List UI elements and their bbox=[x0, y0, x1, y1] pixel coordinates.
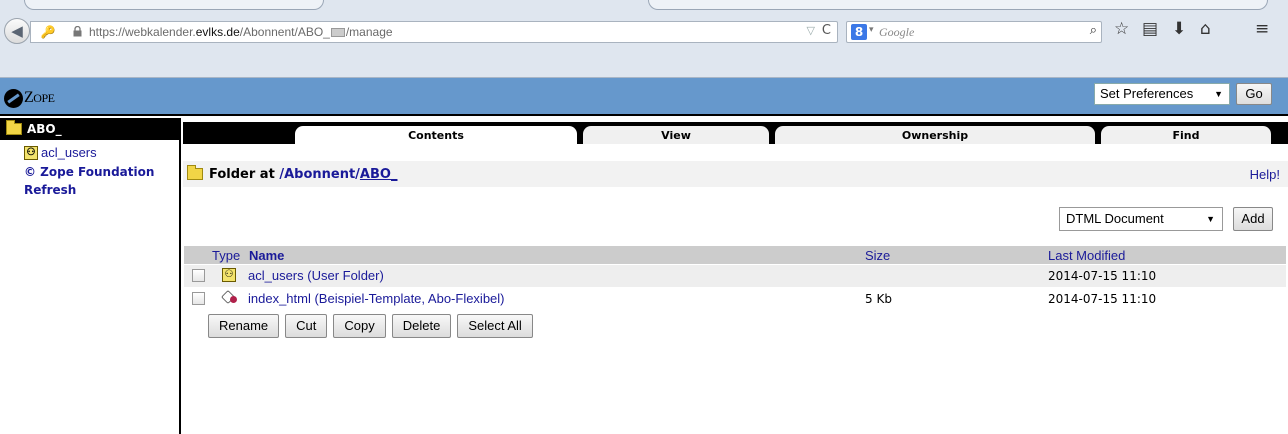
header-name[interactable]: Name bbox=[249, 248, 284, 263]
refresh-link[interactable]: Refresh bbox=[24, 183, 76, 197]
search-icon[interactable]: ⌕ bbox=[1090, 23, 1097, 38]
folder-location: Folder at /Abonnent/ABO_ bbox=[209, 167, 398, 182]
item-link[interactable]: index_html (Beispiel-Template, Abo-Flexi… bbox=[248, 291, 505, 306]
tab-ownership[interactable]: Ownership bbox=[775, 126, 1095, 144]
row-checkbox[interactable] bbox=[192, 292, 205, 305]
folder-icon bbox=[187, 165, 203, 180]
dropdown-arrow-icon[interactable]: ▽ bbox=[807, 24, 815, 37]
key-icon[interactable]: 🔑 bbox=[35, 23, 61, 41]
cut-button[interactable]: Cut bbox=[285, 314, 328, 338]
navigation-tree: ABO_ ⚇ acl_users © Zope Foundation Refre… bbox=[0, 118, 181, 434]
url-domain: evlks.de bbox=[195, 25, 240, 39]
item-link[interactable]: acl_users (User Folder) bbox=[248, 268, 384, 283]
reload-icon[interactable]: C bbox=[822, 23, 831, 38]
copy-button[interactable]: Copy bbox=[333, 314, 386, 338]
row-checkbox[interactable] bbox=[192, 269, 205, 282]
browser-chrome: ◀ 🔑 https://webkalender.evlks.de/Abonnen… bbox=[0, 0, 1288, 78]
dtml-document-icon bbox=[222, 291, 240, 305]
tab-strip bbox=[0, 0, 1288, 10]
header-type[interactable]: Type bbox=[212, 248, 240, 263]
add-button[interactable]: Add bbox=[1233, 207, 1273, 231]
tab-view[interactable]: View bbox=[583, 126, 769, 144]
tab-bar: Contents View Ownership Find bbox=[183, 122, 1288, 144]
tab-find[interactable]: Find bbox=[1101, 126, 1271, 144]
redacted-block bbox=[330, 28, 345, 38]
go-button[interactable]: Go bbox=[1236, 83, 1272, 105]
preferences-select[interactable]: Set Preferences ▼ bbox=[1094, 83, 1230, 105]
select-all-button[interactable]: Select All bbox=[457, 314, 533, 338]
zope-logo-text: ZOPE bbox=[24, 89, 55, 106]
help-link[interactable]: Help! bbox=[1250, 167, 1280, 182]
list-header: Type Name Size Last Modified bbox=[184, 246, 1286, 264]
zope-logo[interactable]: ZOPE bbox=[4, 87, 55, 109]
download-icon[interactable]: ⬇ bbox=[1172, 19, 1186, 39]
search-engine-icon[interactable]: 8 bbox=[851, 24, 867, 40]
home-icon[interactable]: ⌂ bbox=[1200, 19, 1211, 39]
item-size: 5 Kb bbox=[865, 292, 892, 306]
tree-root[interactable]: ABO_ bbox=[0, 118, 179, 140]
folder-path: /Abonnent/ABO_ bbox=[279, 167, 398, 182]
url-bar[interactable]: 🔑 https://webkalender.evlks.de/Abonnent/… bbox=[30, 21, 838, 43]
tab-contents[interactable]: Contents bbox=[295, 126, 577, 144]
zope-foundation-link[interactable]: © Zope Foundation bbox=[24, 165, 154, 179]
table-row: index_html (Beispiel-Template, Abo-Flexi… bbox=[184, 288, 1286, 310]
chevron-down-icon[interactable]: ▾ bbox=[869, 25, 874, 35]
folder-path-link[interactable]: ABO_ bbox=[360, 167, 398, 182]
tree-item-acl-users[interactable]: ⚇ acl_users bbox=[24, 145, 97, 160]
user-folder-icon: ⚇ bbox=[24, 145, 38, 160]
item-modified: 2014-07-15 11:10 bbox=[1048, 269, 1157, 283]
search-bar[interactable]: 8 ▾ Google ⌕ bbox=[846, 21, 1102, 43]
zope-header: ZOPE Set Preferences ▼ Go bbox=[0, 78, 1288, 116]
lock-icon bbox=[73, 26, 82, 37]
chevron-down-icon: ▼ bbox=[1206, 214, 1215, 224]
browser-tab[interactable] bbox=[24, 0, 324, 10]
back-button[interactable]: ◀ bbox=[4, 18, 30, 44]
action-buttons: Rename Cut Copy Delete Select All bbox=[208, 314, 533, 338]
table-row: ⚇ acl_users (User Folder) 2014-07-15 11:… bbox=[184, 265, 1286, 287]
folder-header: Folder at /Abonnent/ABO_ Help! bbox=[183, 161, 1288, 187]
add-type-select[interactable]: DTML Document ▼ bbox=[1059, 207, 1223, 231]
header-last-modified[interactable]: Last Modified bbox=[1048, 248, 1125, 263]
item-modified: 2014-07-15 11:10 bbox=[1048, 292, 1157, 306]
bookmark-star-icon[interactable]: ☆ bbox=[1114, 19, 1129, 39]
bookmarks-menu-icon[interactable]: ▤ bbox=[1142, 19, 1158, 39]
browser-tab[interactable] bbox=[648, 0, 1268, 10]
user-folder-icon: ⚇ bbox=[222, 268, 236, 282]
zope-logo-icon bbox=[4, 88, 23, 108]
url-text[interactable]: https://webkalender.evlks.de/Abonnent/AB… bbox=[89, 25, 393, 39]
header-size[interactable]: Size bbox=[865, 248, 890, 263]
nav-bar: ◀ 🔑 https://webkalender.evlks.de/Abonnen… bbox=[0, 12, 1288, 50]
delete-button[interactable]: Delete bbox=[391, 314, 452, 338]
main-content: Contents View Ownership Find Folder at /… bbox=[183, 118, 1288, 434]
chevron-down-icon: ▼ bbox=[1214, 89, 1223, 99]
rename-button[interactable]: Rename bbox=[208, 314, 280, 338]
folder-icon bbox=[6, 120, 22, 135]
back-arrow-icon: ◀ bbox=[11, 22, 23, 40]
search-input[interactable]: Google bbox=[879, 25, 914, 40]
menu-icon[interactable]: ≡ bbox=[1255, 19, 1269, 39]
